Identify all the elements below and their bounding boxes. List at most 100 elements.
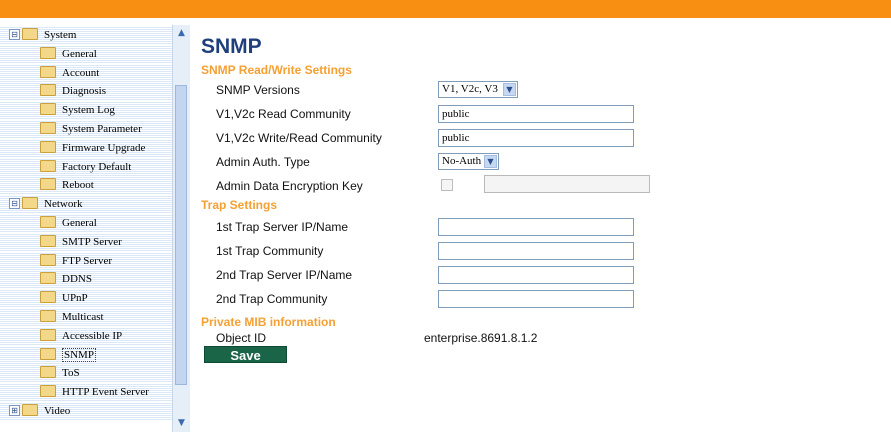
- read-community-label: V1,V2c Read Community: [216, 107, 351, 121]
- auth-type-label: Admin Auth. Type: [216, 155, 310, 169]
- trap1-community-input[interactable]: [438, 242, 634, 260]
- tree-item-network-snmp-label: SNMP: [62, 348, 96, 362]
- folder-icon: [22, 28, 38, 41]
- tree-item-network-ftp-server-label: FTP Server: [62, 255, 113, 267]
- tree-item-network-ddns[interactable]: DDNS: [40, 270, 92, 288]
- folder-icon: [40, 235, 56, 248]
- tree-item-network-multicast[interactable]: Multicast: [40, 308, 104, 326]
- folder-icon: [40, 348, 56, 361]
- trap2-community-input[interactable]: [438, 290, 634, 308]
- tree-scrollbar[interactable]: ▲ ▼: [172, 25, 190, 432]
- encryption-key-label: Admin Data Encryption Key: [216, 179, 363, 193]
- trap2-server-input[interactable]: [438, 266, 634, 284]
- collapse-icon[interactable]: ⊟: [9, 197, 20, 209]
- tree-item-network-general[interactable]: General: [40, 214, 97, 232]
- folder-icon: [40, 178, 56, 191]
- tree-item-system-factory-default-label: Factory Default: [62, 161, 132, 173]
- folder-icon: [40, 141, 56, 154]
- folder-icon: [40, 160, 56, 173]
- folder-icon: [40, 122, 56, 135]
- folder-icon: [40, 329, 56, 342]
- folder-icon: [40, 291, 56, 304]
- tree-item-system-factory-default[interactable]: Factory Default: [40, 158, 131, 176]
- folder-icon: [40, 366, 56, 379]
- folder-icon: [40, 310, 56, 323]
- trap2-community-label: 2nd Trap Community: [216, 292, 328, 306]
- trap1-server-label: 1st Trap Server IP/Name: [216, 220, 349, 234]
- read-community-input[interactable]: [438, 105, 634, 123]
- folder-icon: [40, 254, 56, 267]
- navigation-tree: ⊟ System General Account Diagnosis System Log…: [0, 25, 190, 432]
- tree-node-video[interactable]: ⊞ Video: [9, 402, 70, 420]
- expand-icon[interactable]: ⊞: [9, 404, 20, 416]
- tree-item-system-diagnosis-label: Diagnosis: [62, 85, 106, 97]
- trap1-server-input[interactable]: [438, 218, 634, 236]
- chevron-down-icon[interactable]: ▼: [484, 155, 497, 168]
- auth-type-value: No-Auth: [442, 155, 482, 167]
- tree-item-network-upnp[interactable]: UPnP: [40, 289, 88, 307]
- tree-item-system-account[interactable]: Account: [40, 64, 99, 82]
- collapse-icon[interactable]: ⊟: [9, 28, 20, 40]
- folder-icon: [40, 216, 56, 229]
- rw-settings-heading: SNMP Read/Write Settings: [201, 63, 352, 77]
- top-banner: [0, 0, 891, 18]
- tree-item-system-diagnosis[interactable]: Diagnosis: [40, 82, 106, 100]
- scroll-up-arrow-icon[interactable]: ▲: [174, 26, 189, 41]
- tree-item-network-accessible-ip-label: Accessible IP: [62, 330, 123, 342]
- folder-icon: [40, 84, 56, 97]
- scroll-down-arrow-icon[interactable]: ▼: [174, 416, 189, 431]
- tree-item-network-http-event-server-label: HTTP Event Server: [62, 386, 149, 398]
- write-community-label: V1,V2c Write/Read Community: [216, 131, 382, 145]
- tree-item-system-system-parameter[interactable]: System Parameter: [40, 120, 142, 138]
- tree-node-video-label: Video: [44, 405, 71, 417]
- tree-item-network-smtp-server[interactable]: SMTP Server: [40, 233, 122, 251]
- tree-item-network-http-event-server[interactable]: HTTP Event Server: [40, 383, 149, 401]
- tree-item-network-accessible-ip[interactable]: Accessible IP: [40, 327, 122, 345]
- folder-icon: [22, 404, 38, 417]
- tree-node-system[interactable]: ⊟ System: [9, 26, 76, 44]
- tree-item-system-general[interactable]: General: [40, 45, 97, 63]
- tree-item-network-ftp-server[interactable]: FTP Server: [40, 252, 112, 270]
- tree-item-system-general-label: General: [62, 48, 97, 60]
- tree-item-system-system-log-label: System Log: [62, 104, 115, 116]
- tree-item-network-smtp-server-label: SMTP Server: [62, 236, 122, 248]
- tree-item-system-firmware-upgrade[interactable]: Firmware Upgrade: [40, 139, 145, 157]
- folder-icon: [40, 66, 56, 79]
- tree-item-network-tos[interactable]: ToS: [40, 364, 80, 382]
- tree-item-system-reboot[interactable]: Reboot: [40, 176, 94, 194]
- tree-item-network-multicast-label: Multicast: [62, 311, 104, 323]
- snmp-versions-select[interactable]: V1, V2c, V3 ▼: [438, 81, 518, 98]
- tree-item-system-reboot-label: Reboot: [62, 179, 94, 191]
- folder-icon: [40, 47, 56, 60]
- scrollbar-thumb[interactable]: [175, 85, 187, 385]
- tree-node-network[interactable]: ⊟ Network: [9, 195, 83, 213]
- mib-info-heading: Private MIB information: [201, 315, 336, 329]
- folder-icon: [40, 385, 56, 398]
- tree-item-system-system-log[interactable]: System Log: [40, 101, 115, 119]
- trap2-server-label: 2nd Trap Server IP/Name: [216, 268, 353, 282]
- save-button[interactable]: Save: [204, 346, 287, 363]
- tree-item-system-account-label: Account: [62, 67, 100, 79]
- tree-item-network-tos-label: ToS: [62, 367, 80, 379]
- trap1-community-label: 1st Trap Community: [216, 244, 324, 258]
- object-id-label: Object ID: [216, 331, 267, 345]
- tree-node-network-label: Network: [44, 198, 83, 210]
- object-id-value: enterprise.8691.8.1.2: [424, 331, 538, 345]
- trap-settings-heading: Trap Settings: [201, 198, 278, 212]
- write-community-input[interactable]: [438, 129, 634, 147]
- snmp-versions-value: V1, V2c, V3: [442, 83, 498, 95]
- chevron-down-icon[interactable]: ▼: [503, 83, 516, 96]
- tree-node-system-label: System: [44, 29, 77, 41]
- folder-icon: [22, 197, 38, 210]
- encryption-key-input[interactable]: [484, 175, 650, 193]
- tree-item-system-firmware-upgrade-label: Firmware Upgrade: [62, 142, 146, 154]
- tree-row-background: [0, 364, 172, 382]
- auth-type-select[interactable]: No-Auth ▼: [438, 153, 499, 170]
- tree-item-network-ddns-label: DDNS: [62, 273, 92, 285]
- snmp-versions-label: SNMP Versions: [216, 83, 300, 97]
- tree-item-system-system-parameter-label: System Parameter: [62, 123, 142, 135]
- tree-item-network-snmp[interactable]: SNMP: [40, 346, 96, 364]
- main-content: SNMP SNMP Read/Write Settings SNMP Versi…: [201, 25, 891, 432]
- tree-item-network-upnp-label: UPnP: [62, 292, 88, 304]
- encryption-key-checkbox[interactable]: [441, 179, 453, 191]
